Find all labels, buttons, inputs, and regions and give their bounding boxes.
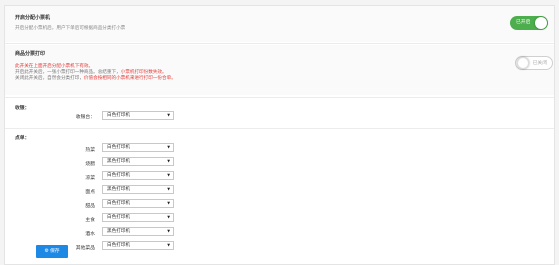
divider [5,97,554,98]
item-split-toggle[interactable]: 已关闭 [515,56,553,70]
select-value: 白色打印机 [107,201,130,206]
dish-printer-select[interactable]: 黑色打印机 ▼ [102,227,174,236]
note-text-warning: 价值会按相同的小票机来进行打印一份合单。 [83,76,176,82]
dish-row-label: 甜品 [85,204,95,209]
dish-printer-select[interactable]: 白色打印机 ▼ [102,241,174,250]
note-text: 此开关在上面开启分配小票机下有效。 [15,64,94,69]
dish-printer-select[interactable]: 白色打印机 ▼ [102,171,174,180]
select-value: 黑色打印机 [107,229,130,234]
split-print-toggle-label: 已开启 [516,20,531,25]
select-value: 白色打印机 [107,145,130,150]
caret-down-icon: ▼ [167,145,170,149]
select-value: 白色打印机 [107,113,130,118]
note-text: 开启此开关后，一张小票打印一种商品。总结重下， [15,70,121,76]
dish-row-label: 面点 [85,190,95,195]
split-print-section: 开启分配小票机 开启分配小票机后，用户下单后可根据商品分类打小票 已开启 [5,6,554,42]
dishes-group-label: 点单： [15,136,30,141]
item-split-section: 商品分票打印 已关闭 此开关在上面开启分配小票机下有效。 开启此开关后，一张小票… [5,45,554,95]
split-print-desc: 开启分配小票机后，用户下单后可根据商品分类打小票 [15,26,126,31]
divider [5,128,554,129]
select-value: 白色打印机 [107,173,130,178]
split-print-title: 开启分配小票机 [15,15,51,21]
item-split-title: 商品分票打印 [15,51,46,57]
toggle-knob [517,57,529,69]
dish-row-label: 热菜 [85,148,95,153]
select-value: 黑色打印机 [107,159,130,164]
caret-down-icon: ▼ [167,243,170,247]
settings-panel: 开启分配小票机 开启分配小票机后，用户下单后可根据商品分类打小票 已开启 商品分… [4,5,555,265]
cashier-printer-select[interactable]: 白色打印机 ▼ [102,111,174,120]
save-button-label: 保存 [49,249,60,254]
note-text-warning: 小票机打印份数失效。 [120,70,167,76]
dish-row-label: 酒水 [85,232,95,237]
select-value: 白色打印机 [107,215,130,220]
cashier-group-label: 收银： [15,106,30,111]
dish-row-label: 凉菜 [85,176,95,181]
split-print-toggle[interactable]: 已开启 [510,16,548,30]
item-split-notes: 此开关在上面开启分配小票机下有效。 开启此开关后，一张小票打印一种商品。总结重下… [15,64,176,83]
caret-down-icon: ▼ [167,159,170,163]
dish-row-label: 烧腊 [85,162,95,167]
dish-printer-select[interactable]: 白色打印机 ▼ [102,213,174,222]
caret-down-icon: ▼ [167,173,170,177]
save-button[interactable]: ⚙保存 [36,245,68,258]
dish-printer-select[interactable]: 黑色打印机 ▼ [102,185,174,194]
toggle-knob [535,17,547,29]
caret-down-icon: ▼ [167,201,170,205]
caret-down-icon: ▼ [167,215,170,219]
gear-icon: ⚙ [44,248,49,254]
divider [5,43,554,44]
note-line: 关闭此开关后，自然会分类打印，价值会按相同的小票机来进行打印一份合单。 [15,76,176,82]
dish-row-label: 主食 [85,218,95,223]
cashier-row-label: 收银台： [75,115,95,120]
select-value: 白色打印机 [107,243,130,248]
dish-printer-select[interactable]: 白色打印机 ▼ [102,199,174,208]
note-text: 关闭此开关后，自然会分类打印， [15,76,84,82]
select-value: 黑色打印机 [107,187,130,192]
caret-down-icon: ▼ [167,229,170,233]
dish-printer-select[interactable]: 黑色打印机 ▼ [102,157,174,166]
item-split-toggle-label: 已关闭 [532,61,547,66]
caret-down-icon: ▼ [167,113,170,117]
dish-printer-select[interactable]: 白色打印机 ▼ [102,143,174,152]
caret-down-icon: ▼ [167,187,170,191]
